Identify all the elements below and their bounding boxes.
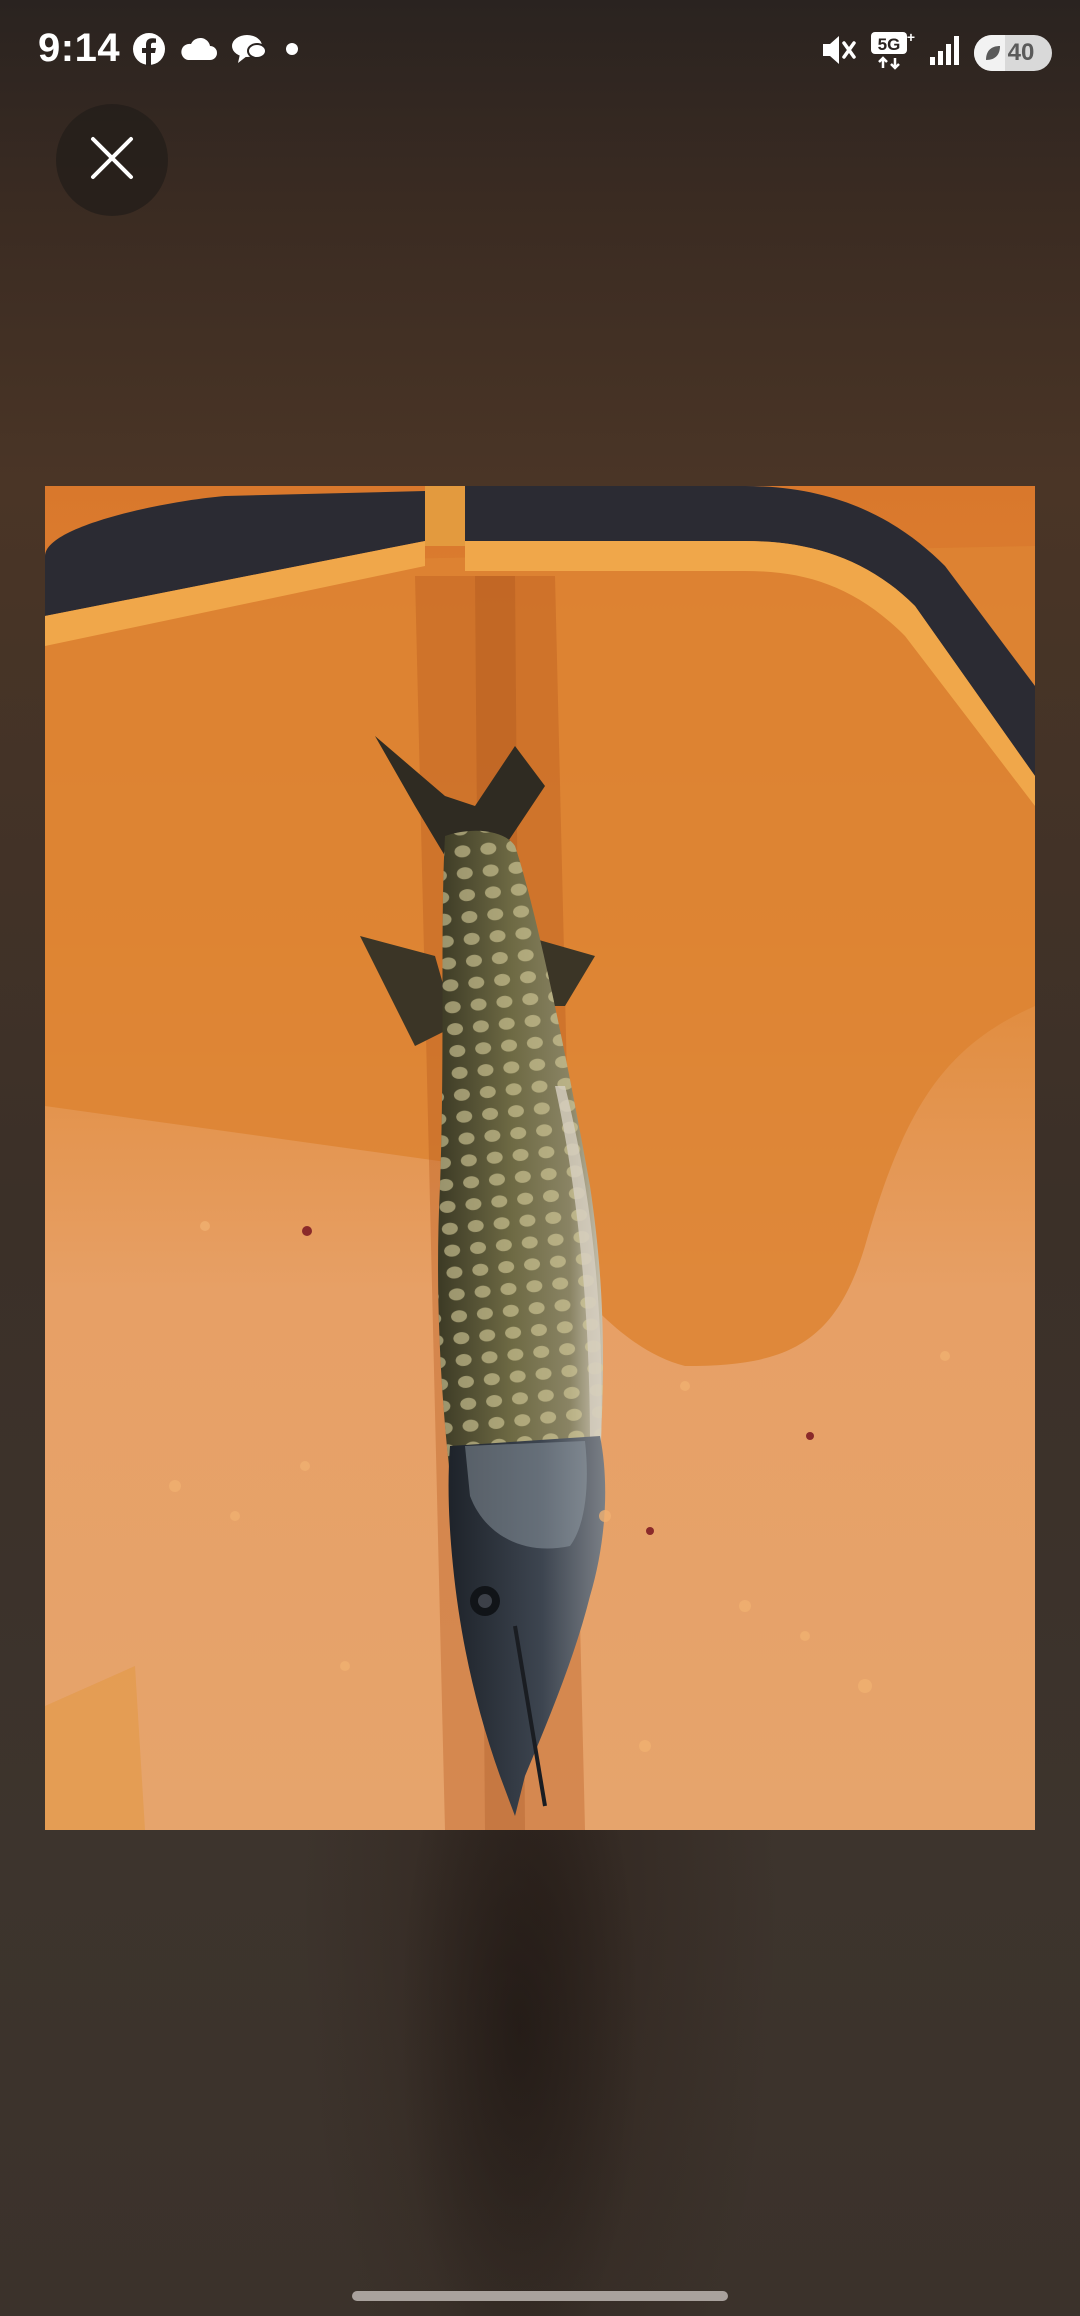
5g-icon: 5G + [870, 29, 916, 75]
status-time: 9:14 [38, 26, 121, 70]
signal-icon [928, 33, 962, 72]
status-bar: 9:14 5G + 40 [0, 0, 1080, 104]
home-indicator[interactable] [352, 2291, 728, 2301]
battery-level: 40 [1007, 38, 1035, 66]
svg-text:+: + [907, 30, 915, 45]
network-type-label: 5G [878, 35, 901, 54]
cloud-icon [178, 34, 218, 69]
close-button[interactable] [56, 104, 168, 216]
photo-artwork [45, 486, 1035, 1830]
chat-bubbles-icon [230, 32, 268, 71]
dot-icon [280, 37, 304, 66]
mute-icon [820, 32, 858, 73]
background-blur [0, 1830, 1080, 2316]
battery-indicator: 40 [974, 34, 1052, 71]
fish-photo[interactable] [45, 486, 1035, 1830]
system-icons: 5G + 40 [820, 29, 1052, 75]
image-viewer-screen: 9:14 5G + 40 [0, 0, 1080, 2316]
notification-icons [132, 32, 304, 71]
close-icon [89, 135, 135, 186]
facebook-icon [132, 32, 166, 71]
